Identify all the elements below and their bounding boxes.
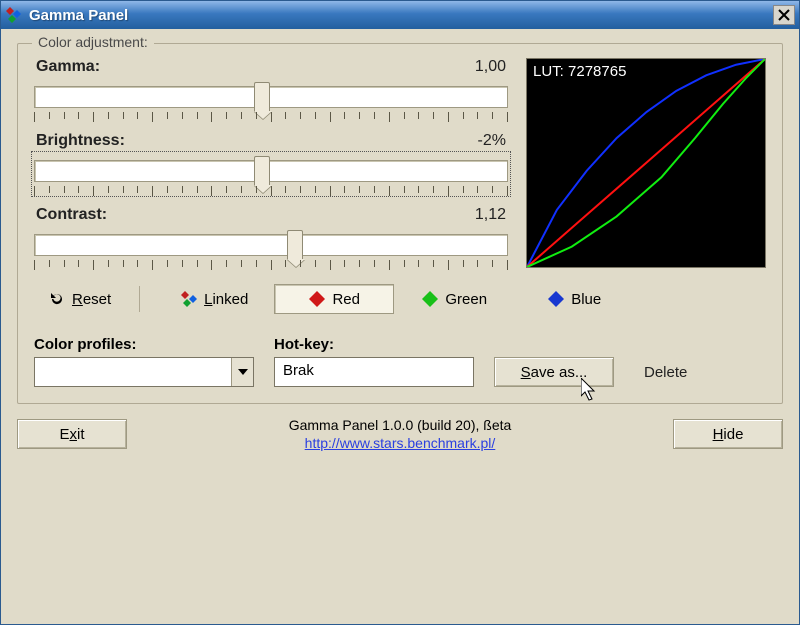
delete-label: Delete [644,364,687,381]
gamma-value: 1,00 [475,58,506,76]
brightness-thumb[interactable] [254,156,270,186]
hotkey-field[interactable]: Brak [274,357,474,387]
reset-icon [48,290,66,308]
green-label: Green [445,291,487,308]
group-title: Color adjustment: [32,34,154,50]
brightness-value: -2% [478,132,506,150]
website-link[interactable]: http://www.stars.benchmark.pl/ [305,435,496,451]
green-button[interactable]: Green [394,284,514,314]
color-profiles-dropdown-button[interactable] [231,358,253,386]
red-diamond-icon [308,290,326,308]
reset-label-rest: eset [83,291,111,308]
green-diamond-icon [421,290,439,308]
lut-graph: LUT: 7278765 [526,58,766,268]
brightness-label: Brightness: [36,132,125,150]
lut-curves-svg [527,59,765,267]
blue-label: Blue [571,291,601,308]
brightness-block: Brightness: -2% [34,132,508,194]
client-area: Color adjustment: Gamma: 1,00 [1,29,799,624]
color-profiles-label: Color profiles: [34,336,254,353]
gamma-slider[interactable] [34,80,508,120]
version-text: Gamma Panel 1.0.0 (build 20), ßeta [127,416,673,434]
red-label: Red [332,291,360,308]
red-button[interactable]: Red [274,284,394,314]
gamma-block: Gamma: 1,00 [34,58,508,120]
color-profiles-input[interactable] [35,358,231,386]
profiles-row: Color profiles: Hot-key: Brak Sa [34,336,766,387]
color-adjustment-group: Color adjustment: Gamma: 1,00 [17,43,783,404]
contrast-value: 1,12 [475,206,506,224]
contrast-block: Contrast: 1,12 [34,206,508,268]
contrast-slider[interactable] [34,228,508,268]
gamma-label: Gamma: [36,58,100,76]
blue-diamond-icon [547,290,565,308]
close-icon [778,9,790,21]
close-button[interactable] [773,5,795,25]
gamma-thumb[interactable] [254,82,270,112]
hide-button[interactable]: Hide [673,419,783,449]
hotkey-value: Brak [283,362,314,379]
channel-row: Reset Linked [34,284,766,314]
contrast-label: Contrast: [36,206,107,224]
cursor-icon [581,378,601,404]
footer-info: Gamma Panel 1.0.0 (build 20), ßeta http:… [127,416,673,452]
hotkey-label: Hot-key: [274,336,474,353]
footer-row: Exit Gamma Panel 1.0.0 (build 20), ßeta … [17,416,783,452]
linked-button[interactable]: Linked [154,284,274,314]
separator [139,286,140,312]
lut-label: LUT: 7278765 [533,63,626,80]
titlebar[interactable]: Gamma Panel [1,1,799,29]
color-profiles-combo[interactable] [34,357,254,387]
reset-button[interactable]: Reset [34,284,125,314]
window-title: Gamma Panel [29,7,773,24]
contrast-thumb[interactable] [287,230,303,260]
delete-button[interactable]: Delete [634,358,697,387]
brightness-slider[interactable] [34,154,508,194]
save-as-button[interactable]: Save as... [494,357,614,387]
linked-icon [180,290,198,308]
app-window: Gamma Panel Color adjustment: Gamma: 1,0… [0,0,800,625]
app-icon [5,6,23,24]
chevron-down-icon [238,369,248,375]
exit-button[interactable]: Exit [17,419,127,449]
blue-button[interactable]: Blue [514,284,634,314]
